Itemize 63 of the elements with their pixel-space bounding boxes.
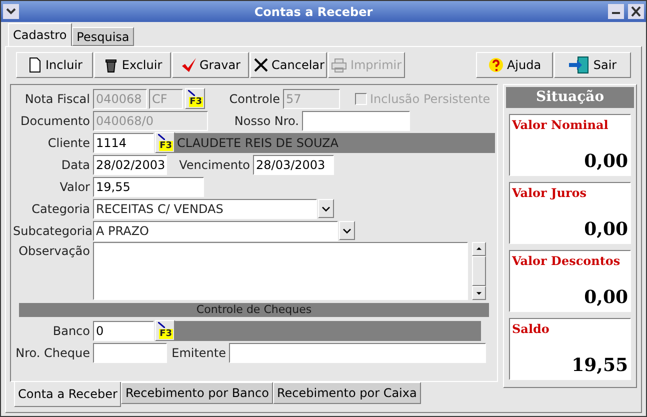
scroll-down-icon[interactable]: [472, 286, 486, 300]
amount-label: Valor Descontos: [512, 253, 622, 270]
printer-icon: [331, 57, 348, 73]
cross-icon: [252, 57, 269, 73]
tab[interactable]: Cadastro: [8, 23, 72, 46]
input-field[interactable]: 28/02/2003: [93, 154, 167, 174]
amount-value: 19,55: [572, 354, 628, 378]
cancel-button[interactable]: Cancelar: [250, 52, 327, 78]
document-icon: [26, 57, 43, 73]
window-title: Contas a Receber: [253, 4, 374, 20]
tab[interactable]: Recebimento por Banco: [121, 382, 273, 404]
field-label: Documento: [19, 112, 91, 130]
field-label: Valor: [58, 178, 91, 196]
input-field[interactable]: 0: [93, 320, 154, 340]
section-header: Controle de Cheques: [19, 303, 489, 317]
field-label: Nosso Nro.: [233, 112, 300, 130]
field-label: Banco: [52, 322, 91, 340]
close-icon[interactable]: [628, 4, 644, 19]
panel-title: Situação: [506, 87, 634, 108]
amount-value: 0,00: [584, 150, 628, 174]
input-field[interactable]: 28/03/2003: [253, 154, 334, 174]
input-field[interactable]: [302, 110, 410, 130]
field-label: Data: [60, 156, 91, 174]
new-button[interactable]: Incluir: [16, 52, 93, 78]
input-field[interactable]: [229, 342, 486, 362]
scroll-up-icon[interactable]: [472, 242, 486, 256]
field-label: Emitente: [170, 344, 227, 362]
scrollbar[interactable]: [472, 242, 486, 300]
amount-label: Valor Juros: [512, 185, 588, 202]
tab[interactable]: Conta a Receber: [14, 382, 122, 407]
field-label: Vencimento: [178, 156, 251, 174]
save-button[interactable]: Gravar: [172, 52, 249, 78]
exit-door-icon: [568, 56, 590, 74]
field-label: Nro. Cheque: [14, 344, 91, 362]
help-button[interactable]: Ajuda: [476, 52, 553, 78]
field-label: Cliente: [46, 134, 91, 152]
tab[interactable]: Recebimento por Caixa: [272, 382, 421, 404]
input-field[interactable]: 1114: [93, 132, 154, 152]
amount-label: Valor Nominal: [512, 117, 610, 134]
lookup-button[interactable]: F3: [155, 132, 175, 153]
amount-label: Saldo: [512, 321, 550, 338]
input-field[interactable]: 19,55: [93, 176, 204, 196]
trash-icon: [102, 57, 119, 73]
field-label: Controle: [228, 90, 281, 108]
field-label: Categoria: [30, 200, 91, 218]
client-name: CLAUDETE REIS DE SOUZA: [175, 132, 495, 152]
question-icon: [488, 57, 504, 73]
lookup-button[interactable]: F3: [185, 88, 205, 109]
delete-button[interactable]: Excluir: [94, 52, 171, 78]
field-label: Subcategoria: [13, 222, 93, 240]
tab[interactable]: Pesquisa: [72, 27, 134, 46]
window-menu-icon[interactable]: [3, 4, 19, 19]
minimize-icon[interactable]: [608, 4, 624, 19]
scroll-thumb[interactable]: [472, 256, 486, 286]
amount-value: 0,00: [584, 286, 628, 310]
checkbox-label: Inclusão Persistente: [370, 90, 490, 108]
field-label: Nota Fiscal: [24, 90, 91, 108]
amount-value: 0,00: [584, 218, 628, 242]
field-label: Observação: [18, 243, 91, 260]
exit-button[interactable]: Sair: [554, 52, 631, 78]
checkmark-icon: [180, 57, 196, 73]
input-field[interactable]: [93, 342, 167, 362]
lookup-button[interactable]: F3: [155, 320, 175, 341]
